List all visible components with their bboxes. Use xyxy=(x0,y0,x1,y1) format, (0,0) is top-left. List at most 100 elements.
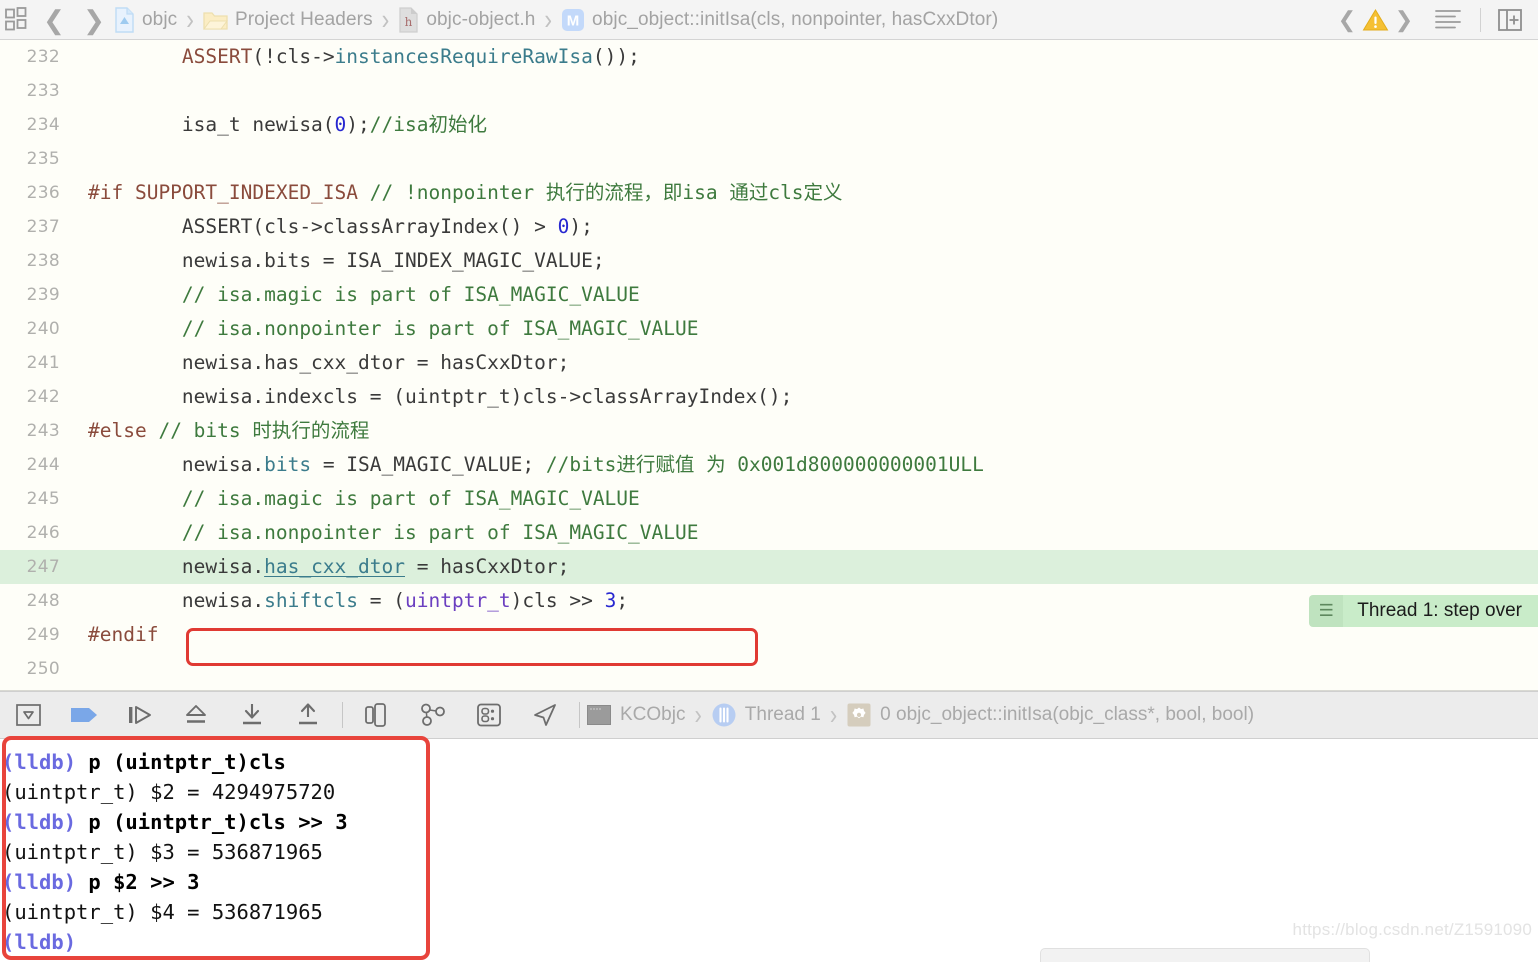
code-line[interactable]: 245 // isa.magic is part of ISA_MAGIC_VA… xyxy=(0,482,1538,516)
code-line-text: // isa.magic is part of ISA_MAGIC_VALUE xyxy=(88,482,640,516)
debug-jumpbar-chevron-icon: › xyxy=(694,698,702,730)
debug-jumpbar-item-frame[interactable]: 0 objc_object::initIsa(objc_class*, bool… xyxy=(846,691,1254,739)
code-line-text: newisa.bits = ISA_MAGIC_VALUE; //bits进行赋… xyxy=(88,448,984,482)
source-code-editor[interactable]: 232 ASSERT(!cls->instancesRequireRawIsa(… xyxy=(0,40,1538,691)
code-token: ); xyxy=(346,113,370,136)
code-token: ASSERT(cls->classArrayIndex() > xyxy=(88,215,558,238)
view-hierarchy-icon[interactable] xyxy=(349,691,405,739)
line-number: 245 xyxy=(26,489,60,509)
continue-program-icon[interactable] xyxy=(56,691,112,739)
code-line[interactable]: 242 newisa.indexcls = (uintptr_t)cls->cl… xyxy=(0,380,1538,414)
console-command: p (uintptr_t)cls xyxy=(76,750,286,774)
breadcrumb-item-file[interactable]: h objc-object.h xyxy=(398,0,535,40)
code-line[interactable]: 240 // isa.nonpointer is part of ISA_MAG… xyxy=(0,312,1538,346)
code-token: ASSERT xyxy=(181,45,253,68)
code-line[interactable]: 234 isa_t newisa(0);//isa初始化 xyxy=(0,108,1538,142)
panel-toggle-down-icon[interactable] xyxy=(0,691,56,739)
code-line[interactable]: 241 newisa.has_cxx_dtor = hasCxxDtor; xyxy=(0,346,1538,380)
code-line[interactable]: 237 ASSERT(cls->classArrayIndex() > 0); xyxy=(0,210,1538,244)
step-out-up-icon[interactable] xyxy=(280,691,336,739)
code-token: = ( xyxy=(358,589,405,612)
code-token: (!cls-> xyxy=(252,45,335,68)
code-token: newisa. xyxy=(88,589,265,612)
environment-overrides-icon[interactable] xyxy=(461,691,517,739)
code-line[interactable]: 235 xyxy=(0,142,1538,176)
line-number: 250 xyxy=(26,659,60,679)
line-number: 248 xyxy=(26,591,60,611)
code-line[interactable]: 238 newisa.bits = ISA_INDEX_MAGIC_VALUE; xyxy=(0,244,1538,278)
code-line-text: #endif xyxy=(88,618,158,652)
go-forward-button[interactable]: ❯ xyxy=(74,0,114,40)
previous-issue-button[interactable]: ❮ xyxy=(1332,0,1362,40)
code-token: ()); xyxy=(592,45,640,68)
memory-graph-icon[interactable] xyxy=(405,691,461,739)
code-line[interactable]: 236 #if SUPPORT_INDEXED_ISA // !nonpointe… xyxy=(0,176,1538,210)
code-token: 0 xyxy=(334,113,347,136)
console-line: (lldb) p $2 >> 3 xyxy=(2,867,1538,897)
code-token: bits xyxy=(264,453,312,476)
console-line: (lldb) p (uintptr_t)cls xyxy=(2,747,1538,777)
line-number: 243 xyxy=(26,421,60,441)
code-outline-icon[interactable] xyxy=(1425,0,1471,40)
code-line-text: isa_t newisa(0);//isa初始化 xyxy=(88,108,487,142)
code-line[interactable]: 250 xyxy=(0,652,1538,686)
code-token: ); xyxy=(569,215,593,238)
debug-jumpbar-item-thread[interactable]: Thread 1 xyxy=(711,691,821,739)
code-token: newisa.indexcls = (uintptr_t)cls->classA… xyxy=(88,385,793,408)
breadcrumb-item-project[interactable]: objc xyxy=(114,0,177,40)
code-line[interactable]: 249 #endif xyxy=(0,618,1538,652)
console-line: (lldb) p (uintptr_t)cls >> 3 xyxy=(2,807,1538,837)
method-symbol-icon: M xyxy=(561,8,585,32)
breadcrumb: objc › Project Headers › h objc-object.h… xyxy=(114,0,1332,40)
next-issue-button[interactable]: ❯ xyxy=(1389,0,1419,40)
xcode-project-icon xyxy=(114,6,135,33)
line-number: 236 xyxy=(26,183,60,203)
warning-triangle-icon[interactable] xyxy=(1362,8,1389,32)
location-arrow-icon[interactable] xyxy=(517,691,573,739)
debug-jumpbar-item-process[interactable]: KCObjc xyxy=(586,691,685,739)
xcode-window: ❮ ❯ objc › Project Headers › h objc-obje… xyxy=(0,0,1538,962)
code-token: // isa.nonpointer is part of ISA_MAGIC_V… xyxy=(88,521,699,544)
code-token: // bits 时执行的流程 xyxy=(158,419,370,442)
code-line[interactable]: 248 newisa.shiftcls = (uintptr_t)cls >> … xyxy=(0,584,1538,618)
split-editor-icon[interactable] xyxy=(1490,0,1530,40)
step-into-icon[interactable] xyxy=(168,691,224,739)
code-line-text: ASSERT(!cls->instancesRequireRawIsa()); xyxy=(88,40,640,74)
code-line-text: // isa.nonpointer is part of ISA_MAGIC_V… xyxy=(88,312,699,346)
console-resize-handle[interactable] xyxy=(1040,948,1370,962)
code-line[interactable]: 247 newisa.has_cxx_dtor = hasCxxDtor; xyxy=(0,550,1538,584)
line-number: 249 xyxy=(26,625,60,645)
code-token: // isa.magic is part of ISA_MAGIC_VALUE xyxy=(88,487,640,510)
step-out-icon[interactable] xyxy=(224,691,280,739)
code-line[interactable]: 232 ASSERT(!cls->instancesRequireRawIsa(… xyxy=(0,40,1538,74)
code-line[interactable]: 243 #else // bits 时执行的流程 xyxy=(0,414,1538,448)
code-line[interactable]: 239 // isa.magic is part of ISA_MAGIC_VA… xyxy=(0,278,1538,312)
console-result: (uintptr_t) $3 = 536871965 xyxy=(2,840,323,864)
header-file-icon: h xyxy=(398,6,419,33)
code-line[interactable]: 246 // isa.nonpointer is part of ISA_MAG… xyxy=(0,516,1538,550)
status-badge[interactable]: ☰ Thread 1: step over xyxy=(1309,595,1538,627)
go-back-button[interactable]: ❮ xyxy=(34,0,74,40)
console-prompt: (lldb) xyxy=(2,870,77,894)
breadcrumb-item-symbol[interactable]: M objc_object::initIsa(cls, nonpointer, … xyxy=(561,0,998,40)
code-token: newisa.bits = ISA_INDEX_MAGIC_VALUE; xyxy=(88,249,605,272)
breadcrumb-chevron-icon: › xyxy=(186,2,194,36)
line-number: 232 xyxy=(26,47,60,67)
debug-jumpbar-chevron-icon: › xyxy=(829,698,838,730)
console-line: (uintptr_t) $2 = 4294975720 xyxy=(2,777,1538,807)
code-line-list: 232 ASSERT(!cls->instancesRequireRawIsa(… xyxy=(0,40,1538,686)
breadcrumb-item-folder[interactable]: Project Headers xyxy=(202,0,373,40)
code-line-text: #else // bits 时执行的流程 xyxy=(88,414,369,448)
breadcrumb-chevron-icon: › xyxy=(381,2,390,36)
step-over-icon[interactable] xyxy=(112,691,168,739)
code-token: // isa.magic is part of ISA_MAGIC_VALUE xyxy=(88,283,640,306)
drag-handle-icon[interactable]: ☰ xyxy=(1309,595,1344,627)
related-items-icon[interactable] xyxy=(0,0,34,40)
debug-toolbar-divider-2 xyxy=(579,702,580,728)
code-line[interactable]: 244 newisa.bits = ISA_MAGIC_VALUE; //bit… xyxy=(0,448,1538,482)
thread-icon xyxy=(711,702,737,728)
code-token: newisa. xyxy=(88,453,265,476)
breadcrumb-label-folder: Project Headers xyxy=(234,8,373,30)
breadcrumb-label-symbol: objc_object::initIsa(cls, nonpointer, ha… xyxy=(592,8,999,30)
code-line[interactable]: 233 xyxy=(0,74,1538,108)
